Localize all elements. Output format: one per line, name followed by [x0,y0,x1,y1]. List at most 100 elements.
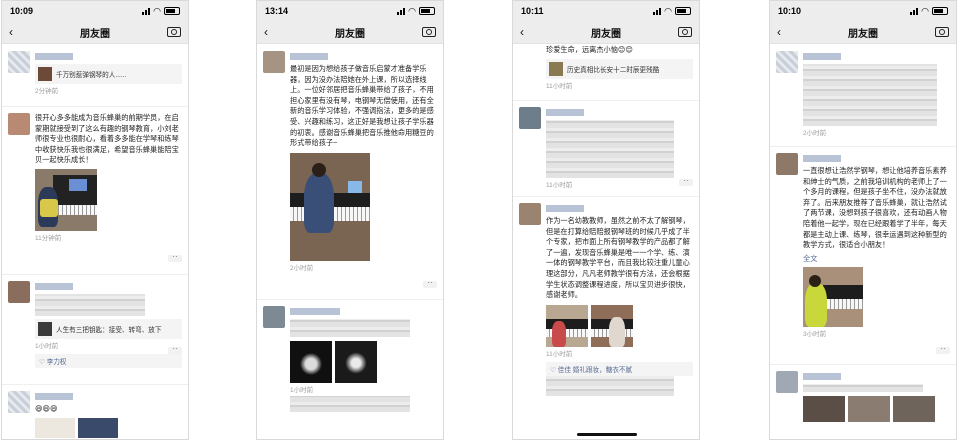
wifi-icon: ◠ [153,5,161,16]
shared-link-title: 千万别惹弹钢琴的人...... [56,72,127,79]
post-time: 11小时前 [546,82,573,90]
signal-icon [397,7,406,15]
page-title: 朋友圈 [80,28,110,40]
post-time: 11小时前 [546,182,573,189]
post-photo[interactable] [35,417,75,438]
battery-icon [164,7,180,15]
back-icon[interactable]: ‹ [9,25,23,39]
avatar[interactable] [8,281,30,303]
redacted-text [35,294,145,316]
user-name-redacted[interactable] [290,308,340,315]
user-name-redacted[interactable] [803,53,841,60]
signal-icon [142,7,151,15]
nav-bar: ‹ 朋友圈 [2,21,188,44]
redacted-text [803,64,937,126]
moment-post: 😄😄😄 [2,385,188,439]
shared-link[interactable]: 千万别惹弹钢琴的人...... [35,64,182,84]
post-photo[interactable] [290,341,332,383]
moment-post [770,365,956,426]
moment-post: 珍爱生命，远离杰小恼😊😊 历史真相比长安十二时辰更残酷 11小时前 [513,45,699,101]
wifi-icon: ◠ [664,5,672,16]
moment-post: 11小时前 ·· [513,101,699,197]
avatar[interactable] [519,203,541,225]
avatar[interactable] [8,113,30,135]
redacted-comments [546,375,674,396]
moment-post: 一直很想让浩然学钢琴，想让他培养音乐素养和绅士的气质，之前我培训机构的老师上了一… [770,147,956,365]
more-options-button[interactable]: ·· [679,177,693,186]
battery-icon [419,7,435,15]
shared-link-title: 历史真相比长安十二时辰更残酷 [567,66,660,74]
post-time: 2小时前 [803,130,827,137]
nav-bar: ‹ 朋友圈 [513,21,699,44]
moment-post: 人生有三把钥匙：接受、转弯、放下 1小时前 ♡ 李力权 ·· [2,275,188,385]
camera-icon[interactable] [678,27,692,37]
camera-icon[interactable] [935,27,949,37]
post-time: 1小时前 [35,343,59,350]
more-options-button[interactable]: ·· [423,279,437,288]
page-title: 朋友圈 [848,28,878,40]
moments-feed[interactable]: 千万别惹弹钢琴的人...... 2分钟前 很开心多多能成为音乐蜂巢的前期学员，在… [2,45,188,439]
status-bar: 10:10 ◠ [770,1,956,21]
user-name-redacted[interactable] [35,393,73,400]
moments-feed[interactable]: 2小时前 一直很想让浩然学钢琴，想让他培养音乐素养和绅士的气质，之前我培训机构的… [770,45,956,439]
post-photo[interactable] [290,152,370,261]
redacted-text [290,319,410,337]
avatar[interactable] [776,371,798,393]
post-photo[interactable] [78,417,118,438]
moment-post: 最初是因为想给孩子做音乐启蒙才准备学乐器，因为没办法陪她在外上课，所以选择线上。… [257,45,443,300]
post-time: 2小时前 [290,264,314,272]
likes-list[interactable]: ♡ 李力权 [35,354,182,368]
shared-link-title: 人生有三把钥匙：接受、转弯、放下 [56,327,162,334]
back-icon[interactable]: ‹ [777,25,791,39]
avatar[interactable] [776,51,798,73]
back-icon[interactable]: ‹ [520,25,534,39]
status-bar: 13:14 ◠ [257,1,443,21]
more-options-button[interactable]: ·· [936,345,950,354]
phone-screen-4: 10:10 ◠ ‹ 朋友圈 2小时前 一直很想让浩然学钢琴，想让他培养音乐素养和… [769,0,957,440]
shared-link[interactable]: 人生有三把钥匙：接受、转弯、放下 [35,319,182,339]
shared-link[interactable]: 历史真相比长安十二时辰更残酷 [546,58,693,79]
expand-full-text-link[interactable]: 全文 [803,254,950,264]
more-options-button[interactable]: ·· [168,253,182,262]
post-emoji: 😄😄😄 [35,404,58,413]
post-photo[interactable] [35,168,97,231]
link-thumbnail [38,67,52,81]
moments-feed[interactable]: 最初是因为想给孩子做音乐启蒙才准备学乐器，因为没办法陪她在外上课，所以选择线上。… [257,45,443,439]
user-name-redacted[interactable] [35,283,73,290]
post-time: 1小时前 [290,387,314,394]
user-name-redacted[interactable] [546,205,584,212]
post-photo[interactable] [803,266,863,327]
post-photo[interactable] [893,396,935,422]
avatar[interactable] [8,51,30,73]
moment-post: 很开心多多能成为音乐蜂巢的前期学员，在启蒙期就接受到了这么有趣的钢琴教育，小刘老… [2,107,188,275]
signal-icon [910,7,919,15]
user-name-redacted[interactable] [290,53,328,60]
avatar[interactable] [776,153,798,175]
user-name-redacted[interactable] [546,109,584,116]
avatar[interactable] [519,107,541,129]
avatar[interactable] [263,51,285,73]
post-photo[interactable] [546,304,588,347]
post-text: 很开心多多能成为音乐蜂巢的前期学员，在启蒙期就接受到了这么有趣的钢琴教育，小刘老… [35,113,179,165]
moments-feed[interactable]: 珍爱生命，远离杰小恼😊😊 历史真相比长安十二时辰更残酷 11小时前 11小时前 … [513,45,699,439]
redacted-comments [290,396,410,412]
camera-icon[interactable] [422,27,436,37]
status-time: 10:10 [778,6,802,16]
post-photo[interactable] [591,304,633,347]
post-text: 最初是因为想给孩子做音乐启蒙才准备学乐器，因为没办法陪她在外上课，所以选择线上。… [290,64,434,148]
back-icon[interactable]: ‹ [264,25,278,39]
more-options-button[interactable]: ·· [168,345,182,354]
post-photo[interactable] [335,341,377,383]
home-indicator [577,433,637,436]
moment-post: 千万别惹弹钢琴的人...... 2分钟前 [2,45,188,107]
avatar[interactable] [8,391,30,413]
user-name-redacted[interactable] [803,373,841,380]
post-photo[interactable] [848,396,890,422]
camera-icon[interactable] [167,27,181,37]
likes-list[interactable]: ♡ 佳佳 婚礼跟妆，糖衣不腻 [546,361,693,376]
user-name-redacted[interactable] [803,155,841,162]
avatar[interactable] [263,306,285,328]
user-name-redacted[interactable] [35,53,73,60]
post-photo[interactable] [803,396,845,422]
link-thumbnail [549,61,563,76]
